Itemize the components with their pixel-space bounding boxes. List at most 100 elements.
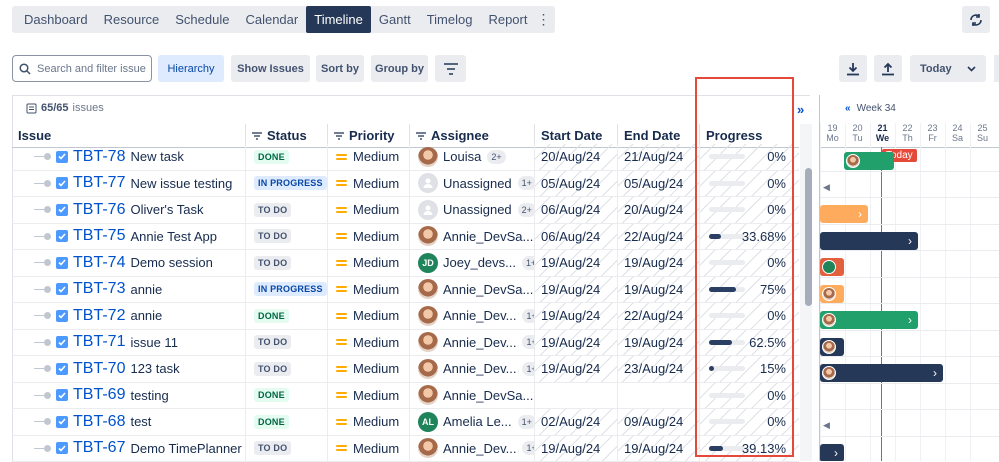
timeline-task-bar[interactable] (820, 285, 844, 303)
table-row[interactable]: TBT-74Demo sessionTO DOMediumJDJoey_devs… (12, 250, 799, 277)
issue-title[interactable]: annie (130, 282, 162, 297)
priority-cell[interactable]: Medium (327, 303, 409, 329)
collapse-panel-button[interactable]: » (797, 102, 804, 117)
sort-by-button[interactable]: Sort by (316, 55, 364, 82)
table-row[interactable]: TBT-77New issue testingIN PROGRESSMedium… (12, 171, 799, 198)
more-assignees-badge[interactable]: 1+ (522, 335, 534, 349)
timeline-task-bar[interactable]: › (820, 232, 918, 250)
progress-cell[interactable]: 0% (699, 171, 799, 197)
priority-cell[interactable]: Medium (327, 383, 409, 409)
issue-title[interactable]: issue 11 (130, 335, 177, 350)
assignee-cell[interactable]: Annie_DevSa... (409, 383, 534, 409)
more-assignees-badge[interactable]: 1+ (518, 176, 534, 190)
issue-title[interactable]: 123 task (130, 361, 179, 376)
toolbar-overflow-button[interactable] (994, 55, 999, 82)
status-cell[interactable]: TO DO (245, 250, 327, 276)
end-date-cell[interactable] (617, 383, 699, 409)
status-cell[interactable]: DONE (245, 303, 327, 329)
table-row[interactable]: TBT-67Demo TimePlannerTO DOMediumAnnie_D… (12, 436, 799, 462)
priority-cell[interactable]: Medium (327, 250, 409, 276)
table-row[interactable]: TBT-71issue 11TO DOMediumAnnie_Dev...1+1… (12, 330, 799, 357)
issue-title[interactable]: Demo session (130, 255, 212, 270)
start-date-cell[interactable]: 02/Aug/24 (534, 409, 617, 435)
issue-title[interactable]: testing (130, 388, 168, 403)
tab-gantt[interactable]: Gantt (371, 6, 419, 33)
issue-title[interactable]: test (130, 414, 151, 429)
progress-cell[interactable]: 39.13% (699, 436, 799, 462)
progress-cell[interactable]: 62.5% (699, 330, 799, 356)
issue-title[interactable]: Annie Test App (130, 229, 217, 244)
priority-cell[interactable]: Medium (327, 277, 409, 303)
end-date-cell[interactable]: 09/Aug/24 (617, 409, 699, 435)
assignee-cell[interactable]: ALAmelia Le...1+ (409, 409, 534, 435)
timeline-task-bar[interactable] (820, 258, 844, 276)
priority-cell[interactable]: Medium (327, 171, 409, 197)
start-date-cell[interactable]: 19/Aug/24 (534, 436, 617, 462)
timeline-task-bar[interactable]: › (820, 205, 868, 223)
tab-resource[interactable]: Resource (96, 6, 168, 33)
progress-cell[interactable]: 0% (699, 409, 799, 435)
issue-title[interactable]: Demo TimePlanner (130, 441, 241, 456)
start-date-cell[interactable]: 05/Aug/24 (534, 171, 617, 197)
assignee-cell[interactable]: Annie_Dev...1+ (409, 303, 534, 329)
issue-key-link[interactable]: TBT-68 (73, 413, 125, 431)
priority-cell[interactable]: Medium (327, 330, 409, 356)
table-row[interactable]: TBT-72 annie DONEMediumAnnie_Dev...1+19/Au… (12, 303, 799, 330)
end-date-cell[interactable]: 19/Aug/24 (617, 330, 699, 356)
upload-button[interactable] (874, 55, 902, 82)
issue-key-link[interactable]: TBT-78 (73, 148, 125, 166)
status-cell[interactable]: IN PROGRESS (245, 277, 327, 303)
timeline-task-bar[interactable] (844, 152, 894, 170)
start-date-cell[interactable]: 19/Aug/24 (534, 277, 617, 303)
issue-key-link[interactable]: TBT-74 (73, 254, 125, 272)
start-date-cell[interactable]: 06/Aug/24 (534, 197, 617, 223)
triangle-left-icon[interactable]: ◀ (823, 182, 830, 193)
show-issues-button[interactable]: Show Issues (231, 55, 310, 82)
range-select[interactable]: Today (910, 55, 986, 82)
grid-scrollbar-thumb[interactable] (805, 168, 812, 306)
start-date-cell[interactable]: 19/Aug/24 (534, 303, 617, 329)
search-input[interactable] (37, 63, 147, 75)
timeline-task-bar[interactable]: › (820, 311, 918, 329)
tab-dashboard[interactable]: Dashboard (16, 6, 96, 33)
assignee-cell[interactable]: Annie_Dev...1+ (409, 436, 534, 462)
status-cell[interactable]: IN PROGRESS (245, 171, 327, 197)
priority-cell[interactable]: Medium (327, 224, 409, 250)
issue-key-link[interactable]: TBT-67 (73, 439, 125, 457)
start-date-cell[interactable]: 19/Aug/24 (534, 250, 617, 276)
priority-cell[interactable]: Medium (327, 197, 409, 223)
start-date-cell[interactable]: 06/Aug/24 (534, 224, 617, 250)
table-row[interactable]: TBT-78New taskDONEMediumLouisa2+20/Aug/2… (12, 144, 799, 171)
timeline-task-bar[interactable]: › (820, 364, 943, 382)
progress-cell[interactable]: 75% (699, 277, 799, 303)
issue-key-link[interactable]: TBT-72 (73, 307, 125, 325)
progress-cell[interactable]: 15% (699, 356, 799, 382)
table-row[interactable]: TBT-68 test DONEMediumALAmelia Le...1+02/A… (12, 409, 799, 436)
priority-cell[interactable]: Medium (327, 409, 409, 435)
progress-cell[interactable]: 0% (699, 144, 799, 170)
download-button[interactable] (839, 55, 867, 82)
status-cell[interactable]: TO DO (245, 330, 327, 356)
issue-key-link[interactable]: TBT-76 (73, 201, 125, 219)
end-date-cell[interactable]: 19/Aug/24 (617, 250, 699, 276)
table-row[interactable]: TBT-73annieIN PROGRESSMediumAnnie_DevSa.… (12, 277, 799, 304)
hierarchy-button[interactable]: Hierarchy (158, 55, 224, 82)
status-cell[interactable]: DONE (245, 144, 327, 170)
issue-key-link[interactable]: TBT-70 (73, 360, 125, 378)
status-cell[interactable]: DONE (245, 409, 327, 435)
issue-key-link[interactable]: TBT-71 (73, 333, 125, 351)
progress-cell[interactable]: 0% (699, 303, 799, 329)
tab-timelog[interactable]: Timelog (419, 6, 481, 33)
status-cell[interactable]: TO DO (245, 356, 327, 382)
end-date-cell[interactable]: 05/Aug/24 (617, 171, 699, 197)
assignee-cell[interactable]: Louisa2+ (409, 144, 534, 170)
assignee-cell[interactable]: Annie_DevSa... (409, 224, 534, 250)
table-row[interactable]: TBT-70123 taskTO DOMediumAnnie_Dev...1+1… (12, 356, 799, 383)
issue-title[interactable]: Oliver's Task (130, 202, 203, 217)
issue-title[interactable]: annie (130, 308, 162, 323)
status-cell[interactable]: TO DO (245, 224, 327, 250)
timeline-task-bar[interactable]: › (820, 444, 844, 462)
search-box[interactable] (12, 55, 152, 82)
more-assignees-badge[interactable]: 1+ (522, 309, 534, 323)
issue-key-link[interactable]: TBT-73 (73, 280, 125, 298)
